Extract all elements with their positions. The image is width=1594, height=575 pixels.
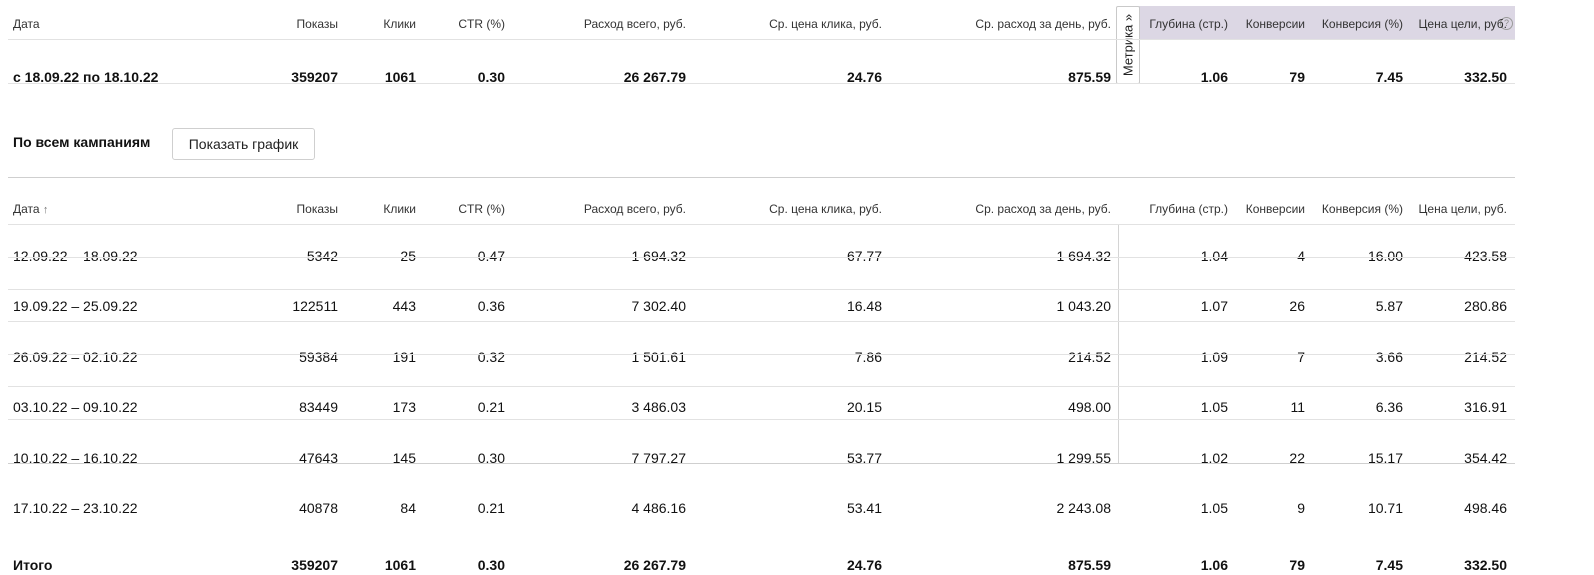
- col-header-date-sortable[interactable]: Дата ↑: [13, 202, 48, 216]
- total-label: Итого: [13, 557, 53, 573]
- row-total-spend: 1 501.61: [631, 349, 687, 365]
- total-row: Итого 359207 1061 0.30 26 267.79 24.76 8…: [8, 557, 1515, 575]
- col-header-clicks[interactable]: Клики: [383, 202, 416, 216]
- row-total-spend: 3 486.03: [631, 399, 687, 415]
- col-header-conversion-rate[interactable]: Конверсия (%): [1322, 202, 1403, 216]
- weekly-stats-table: Дата ↑ Показы Клики CTR (%) Расход всего…: [8, 0, 1515, 573]
- row-ctr: 0.21: [477, 500, 505, 516]
- row-goal-cost: 214.52: [1464, 349, 1507, 365]
- row-date: 03.10.22 – 09.10.22: [13, 399, 138, 415]
- row-date: 26.09.22 – 02.10.22: [13, 349, 138, 365]
- row-goal-cost: 316.91: [1464, 399, 1507, 415]
- row-clicks: 443: [392, 298, 416, 314]
- table-row: 03.10.22 – 09.10.22 83449 173 0.21 3 486…: [8, 399, 1515, 417]
- row-clicks: 25: [400, 248, 416, 264]
- table-row: 10.10.22 – 16.10.22 47643 145 0.30 7 797…: [8, 450, 1515, 468]
- row-date: 17.10.22 – 23.10.22: [13, 500, 138, 516]
- row-goal-cost: 280.86: [1464, 298, 1507, 314]
- total-impressions: 359207: [291, 557, 338, 573]
- row-total-spend: 7 302.40: [631, 298, 687, 314]
- col-header-total-spend[interactable]: Расход всего, руб.: [584, 202, 686, 216]
- row-total-spend: 1 694.32: [631, 248, 687, 264]
- divider: [8, 354, 1515, 355]
- row-conversion-rate: 3.66: [1375, 349, 1403, 365]
- divider: [8, 419, 1515, 420]
- row-avg-cpc: 53.41: [846, 500, 882, 516]
- total-depth: 1.06: [1200, 557, 1228, 573]
- row-impressions: 122511: [292, 298, 338, 314]
- row-clicks: 191: [392, 349, 416, 365]
- total-ctr: 0.30: [477, 557, 505, 573]
- divider: [8, 289, 1515, 290]
- row-avg-daily-spend: 1 694.32: [1056, 248, 1112, 264]
- table-row: 26.09.22 – 02.10.22 59384 191 0.32 1 501…: [8, 349, 1515, 367]
- total-avg-cpc: 24.76: [846, 557, 882, 573]
- total-conversions: 79: [1289, 557, 1305, 573]
- row-conversions: 4: [1297, 248, 1305, 264]
- total-avg-daily-spend: 875.59: [1068, 557, 1111, 573]
- row-avg-daily-spend: 214.52: [1068, 349, 1111, 365]
- row-conversions: 7: [1297, 349, 1305, 365]
- total-conversion-rate: 7.45: [1375, 557, 1403, 573]
- row-date: 12.09.22 – 18.09.22: [13, 248, 138, 264]
- row-avg-cpc: 20.15: [846, 399, 882, 415]
- table-row: 19.09.22 – 25.09.22 122511 443 0.36 7 30…: [8, 298, 1515, 316]
- col-header-avg-daily-spend[interactable]: Ср. расход за день, руб.: [975, 202, 1111, 216]
- table-row: 17.10.22 – 23.10.22 40878 84 0.21 4 486.…: [8, 500, 1515, 518]
- row-ctr: 0.47: [477, 248, 505, 264]
- col-header-ctr[interactable]: CTR (%): [458, 202, 505, 216]
- col-header-avg-cpc[interactable]: Ср. цена клика, руб.: [769, 202, 882, 216]
- total-spend: 26 267.79: [623, 557, 686, 573]
- row-impressions: 59384: [299, 349, 338, 365]
- row-conversions: 26: [1289, 298, 1305, 314]
- row-avg-cpc: 67.77: [846, 248, 882, 264]
- divider: [8, 257, 1515, 258]
- col-header-conversions[interactable]: Конверсии: [1246, 202, 1305, 216]
- row-conversions: 11: [1290, 399, 1305, 415]
- row-clicks: 173: [392, 399, 416, 415]
- row-avg-daily-spend: 2 243.08: [1056, 500, 1112, 516]
- row-conversion-rate: 16.00: [1367, 248, 1403, 264]
- row-avg-cpc: 7.86: [854, 349, 882, 365]
- divider: [8, 386, 1515, 387]
- divider: [8, 224, 1515, 225]
- row-avg-daily-spend: 1 043.20: [1056, 298, 1112, 314]
- row-goal-cost: 498.46: [1464, 500, 1507, 516]
- row-depth: 1.05: [1200, 399, 1228, 415]
- row-total-spend: 4 486.16: [631, 500, 687, 516]
- col-header-depth[interactable]: Глубина (стр.): [1149, 202, 1228, 216]
- row-conversion-rate: 5.87: [1375, 298, 1403, 314]
- row-depth: 1.05: [1200, 500, 1228, 516]
- weekly-table-header: Дата ↑ Показы Клики CTR (%) Расход всего…: [8, 202, 1515, 218]
- row-impressions: 5342: [306, 248, 338, 264]
- col-header-impressions[interactable]: Показы: [297, 202, 338, 216]
- row-ctr: 0.36: [477, 298, 505, 314]
- sort-ascending-icon: ↑: [42, 204, 49, 216]
- row-date: 19.09.22 – 25.09.22: [13, 298, 138, 314]
- col-header-date-label: Дата: [13, 202, 40, 216]
- row-depth: 1.07: [1200, 298, 1228, 314]
- row-avg-cpc: 16.48: [846, 298, 882, 314]
- total-goal-cost: 332.50: [1464, 557, 1507, 573]
- divider: [8, 463, 1515, 464]
- row-depth: 1.04: [1200, 248, 1228, 264]
- row-depth: 1.09: [1200, 349, 1228, 365]
- row-conversion-rate: 10.71: [1367, 500, 1403, 516]
- row-clicks: 84: [400, 500, 416, 516]
- row-conversions: 9: [1297, 500, 1305, 516]
- total-clicks: 1061: [384, 557, 416, 573]
- row-ctr: 0.21: [477, 399, 505, 415]
- row-ctr: 0.32: [477, 349, 505, 365]
- row-impressions: 40878: [299, 500, 338, 516]
- row-goal-cost: 423.58: [1464, 248, 1507, 264]
- row-avg-daily-spend: 498.00: [1068, 399, 1111, 415]
- divider: [8, 177, 1515, 178]
- row-impressions: 83449: [299, 399, 338, 415]
- row-conversion-rate: 6.36: [1375, 399, 1403, 415]
- divider: [8, 321, 1515, 322]
- col-header-goal-cost[interactable]: Цена цели, руб.: [1419, 202, 1507, 216]
